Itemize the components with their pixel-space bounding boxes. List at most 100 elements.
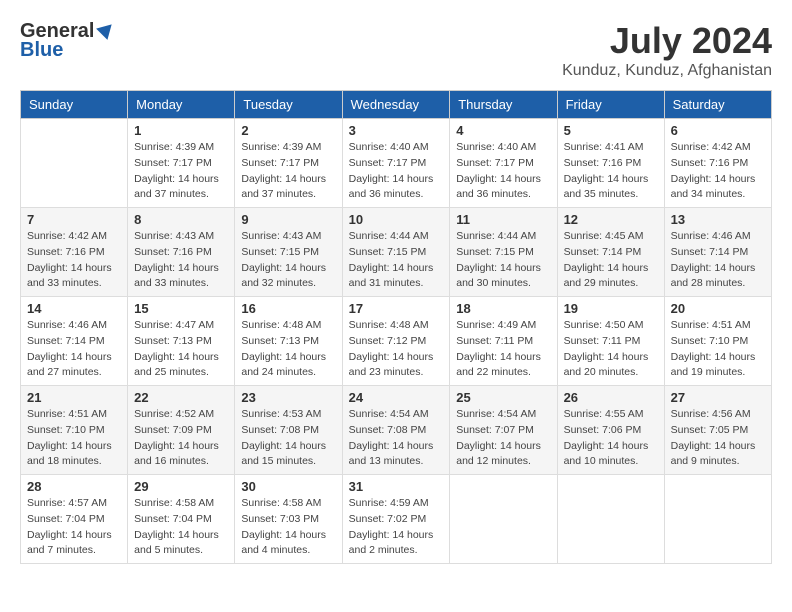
- calendar-cell: 14 Sunrise: 4:46 AMSunset: 7:14 PMDayligh…: [21, 297, 128, 386]
- day-info: Sunrise: 4:46 AMSunset: 7:14 PMDaylight:…: [671, 229, 765, 292]
- calendar-cell: 10 Sunrise: 4:44 AMSunset: 7:15 PMDayligh…: [342, 208, 450, 297]
- weekday-header-saturday: Saturday: [664, 91, 771, 119]
- calendar-cell: [21, 119, 128, 208]
- calendar-cell: [664, 475, 771, 564]
- weekday-header-wednesday: Wednesday: [342, 91, 450, 119]
- calendar-cell: 21 Sunrise: 4:51 AMSunset: 7:10 PMDayligh…: [21, 386, 128, 475]
- calendar-cell: 3 Sunrise: 4:40 AMSunset: 7:17 PMDaylight…: [342, 119, 450, 208]
- day-info: Sunrise: 4:50 AMSunset: 7:11 PMDaylight:…: [564, 318, 658, 381]
- day-info: Sunrise: 4:39 AMSunset: 7:17 PMDaylight:…: [241, 140, 335, 203]
- day-number: 8: [134, 212, 228, 227]
- day-number: 26: [564, 390, 658, 405]
- calendar-cell: 31 Sunrise: 4:59 AMSunset: 7:02 PMDayligh…: [342, 475, 450, 564]
- calendar-cell: 27Sunrise: 4:56 AMSunset: 7:05 PMDayligh…: [664, 386, 771, 475]
- calendar-cell: 5 Sunrise: 4:41 AMSunset: 7:16 PMDaylight…: [557, 119, 664, 208]
- day-number: 22: [134, 390, 228, 405]
- day-number: 18: [456, 301, 550, 316]
- day-number: 9: [241, 212, 335, 227]
- day-number: 16: [241, 301, 335, 316]
- day-number: 5: [564, 123, 658, 138]
- day-number: 11: [456, 212, 550, 227]
- calendar-week-row: 7Sunrise: 4:42 AMSunset: 7:16 PMDaylight…: [21, 208, 772, 297]
- day-info: Sunrise: 4:59 AMSunset: 7:02 PMDaylight:…: [349, 496, 444, 559]
- day-number: 10: [349, 212, 444, 227]
- calendar-week-row: 21 Sunrise: 4:51 AMSunset: 7:10 PMDayligh…: [21, 386, 772, 475]
- calendar-cell: 19Sunrise: 4:50 AMSunset: 7:11 PMDayligh…: [557, 297, 664, 386]
- location: Kunduz, Kunduz, Afghanistan: [562, 62, 772, 80]
- day-number: 14: [27, 301, 121, 316]
- day-info: Sunrise: 4:55 AMSunset: 7:06 PMDaylight:…: [564, 407, 658, 470]
- day-number: 4: [456, 123, 550, 138]
- calendar-cell: [557, 475, 664, 564]
- logo-icon: [96, 20, 116, 40]
- day-info: Sunrise: 4:52 AMSunset: 7:09 PMDaylight:…: [134, 407, 228, 470]
- weekday-header-sunday: Sunday: [21, 91, 128, 119]
- calendar-cell: 4 Sunrise: 4:40 AMSunset: 7:17 PMDaylight…: [450, 119, 557, 208]
- calendar-week-row: 14 Sunrise: 4:46 AMSunset: 7:14 PMDayligh…: [21, 297, 772, 386]
- day-number: 12: [564, 212, 658, 227]
- day-number: 6: [671, 123, 765, 138]
- logo: General Blue: [20, 20, 116, 62]
- day-info: Sunrise: 4:43 AMSunset: 7:15 PMDaylight:…: [241, 229, 335, 292]
- calendar-cell: 9 Sunrise: 4:43 AMSunset: 7:15 PMDaylight…: [235, 208, 342, 297]
- calendar-cell: 25Sunrise: 4:54 AMSunset: 7:07 PMDayligh…: [450, 386, 557, 475]
- day-number: 1: [134, 123, 228, 138]
- day-info: Sunrise: 4:47 AMSunset: 7:13 PMDaylight:…: [134, 318, 228, 381]
- calendar-cell: 11 Sunrise: 4:44 AMSunset: 7:15 PMDayligh…: [450, 208, 557, 297]
- day-number: 28: [27, 479, 121, 494]
- day-info: Sunrise: 4:42 AMSunset: 7:16 PMDaylight:…: [671, 140, 765, 203]
- logo-blue-text: Blue: [20, 39, 63, 62]
- calendar-cell: 7Sunrise: 4:42 AMSunset: 7:16 PMDaylight…: [21, 208, 128, 297]
- weekday-header-monday: Monday: [128, 91, 235, 119]
- calendar-cell: 24Sunrise: 4:54 AMSunset: 7:08 PMDayligh…: [342, 386, 450, 475]
- calendar-cell: 30 Sunrise: 4:58 AMSunset: 7:03 PMDayligh…: [235, 475, 342, 564]
- weekday-header-tuesday: Tuesday: [235, 91, 342, 119]
- day-number: 7: [27, 212, 121, 227]
- day-info: Sunrise: 4:41 AMSunset: 7:16 PMDaylight:…: [564, 140, 658, 203]
- day-info: Sunrise: 4:40 AMSunset: 7:17 PMDaylight:…: [349, 140, 444, 203]
- day-info: Sunrise: 4:39 AMSunset: 7:17 PMDaylight:…: [134, 140, 228, 203]
- day-number: 13: [671, 212, 765, 227]
- calendar-week-row: 1 Sunrise: 4:39 AMSunset: 7:17 PMDaylight…: [21, 119, 772, 208]
- day-info: Sunrise: 4:45 AMSunset: 7:14 PMDaylight:…: [564, 229, 658, 292]
- page-header: General Blue July 2024 Kunduz, Kunduz, A…: [20, 20, 772, 80]
- calendar-week-row: 28 Sunrise: 4:57 AMSunset: 7:04 PMDayligh…: [21, 475, 772, 564]
- day-number: 2: [241, 123, 335, 138]
- calendar-cell: [450, 475, 557, 564]
- day-info: Sunrise: 4:44 AMSunset: 7:15 PMDaylight:…: [349, 229, 444, 292]
- calendar-cell: 8Sunrise: 4:43 AMSunset: 7:16 PMDaylight…: [128, 208, 235, 297]
- day-info: Sunrise: 4:44 AMSunset: 7:15 PMDaylight:…: [456, 229, 550, 292]
- calendar-cell: 6 Sunrise: 4:42 AMSunset: 7:16 PMDaylight…: [664, 119, 771, 208]
- day-info: Sunrise: 4:54 AMSunset: 7:08 PMDaylight:…: [349, 407, 444, 470]
- calendar-table: SundayMondayTuesdayWednesdayThursdayFrid…: [20, 90, 772, 564]
- day-number: 21: [27, 390, 121, 405]
- day-info: Sunrise: 4:58 AMSunset: 7:03 PMDaylight:…: [241, 496, 335, 559]
- calendar-cell: 22 Sunrise: 4:52 AMSunset: 7:09 PMDayligh…: [128, 386, 235, 475]
- calendar-header-row: SundayMondayTuesdayWednesdayThursdayFrid…: [21, 91, 772, 119]
- calendar-cell: 15 Sunrise: 4:47 AMSunset: 7:13 PMDayligh…: [128, 297, 235, 386]
- month-year: July 2024: [562, 20, 772, 62]
- calendar-cell: 2 Sunrise: 4:39 AMSunset: 7:17 PMDaylight…: [235, 119, 342, 208]
- day-info: Sunrise: 4:57 AMSunset: 7:04 PMDaylight:…: [27, 496, 121, 559]
- calendar-cell: 20Sunrise: 4:51 AMSunset: 7:10 PMDayligh…: [664, 297, 771, 386]
- calendar-cell: 17Sunrise: 4:48 AMSunset: 7:12 PMDayligh…: [342, 297, 450, 386]
- day-number: 30: [241, 479, 335, 494]
- day-number: 15: [134, 301, 228, 316]
- day-info: Sunrise: 4:46 AMSunset: 7:14 PMDaylight:…: [27, 318, 121, 381]
- day-info: Sunrise: 4:56 AMSunset: 7:05 PMDaylight:…: [671, 407, 765, 470]
- day-info: Sunrise: 4:49 AMSunset: 7:11 PMDaylight:…: [456, 318, 550, 381]
- day-info: Sunrise: 4:54 AMSunset: 7:07 PMDaylight:…: [456, 407, 550, 470]
- day-number: 3: [349, 123, 444, 138]
- day-number: 31: [349, 479, 444, 494]
- day-number: 23: [241, 390, 335, 405]
- day-info: Sunrise: 4:40 AMSunset: 7:17 PMDaylight:…: [456, 140, 550, 203]
- calendar-cell: 23 Sunrise: 4:53 AMSunset: 7:08 PMDayligh…: [235, 386, 342, 475]
- calendar-cell: 13 Sunrise: 4:46 AMSunset: 7:14 PMDayligh…: [664, 208, 771, 297]
- day-info: Sunrise: 4:58 AMSunset: 7:04 PMDaylight:…: [134, 496, 228, 559]
- day-info: Sunrise: 4:53 AMSunset: 7:08 PMDaylight:…: [241, 407, 335, 470]
- day-info: Sunrise: 4:51 AMSunset: 7:10 PMDaylight:…: [27, 407, 121, 470]
- title-block: July 2024 Kunduz, Kunduz, Afghanistan: [562, 20, 772, 80]
- day-info: Sunrise: 4:48 AMSunset: 7:13 PMDaylight:…: [241, 318, 335, 381]
- calendar-cell: 28 Sunrise: 4:57 AMSunset: 7:04 PMDayligh…: [21, 475, 128, 564]
- day-number: 20: [671, 301, 765, 316]
